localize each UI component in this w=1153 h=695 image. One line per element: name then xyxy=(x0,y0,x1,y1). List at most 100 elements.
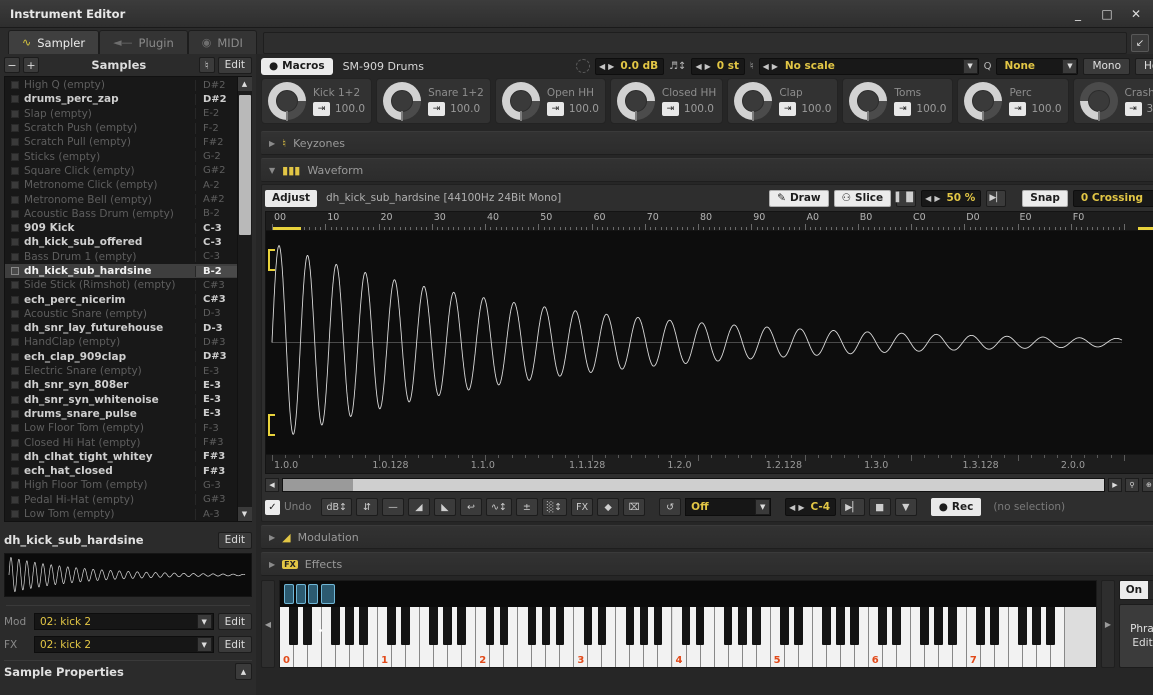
black-key[interactable] xyxy=(695,607,705,645)
black-key[interactable] xyxy=(387,607,397,645)
phrase-block[interactable] xyxy=(321,584,335,604)
tab-midi[interactable]: ◉ MIDI xyxy=(187,30,257,54)
resize-icon[interactable]: ↙ xyxy=(1131,34,1149,52)
hold-button[interactable]: Hold xyxy=(1135,57,1153,75)
phrase-block[interactable] xyxy=(296,584,306,604)
black-key[interactable] xyxy=(737,607,747,645)
quantize-select[interactable]: None ▼ xyxy=(996,57,1079,75)
fx-button[interactable]: FX xyxy=(571,498,594,516)
chevron-left-icon[interactable]: ◀ xyxy=(695,62,701,71)
list-item[interactable]: Acoustic Bass Drum (empty) B-2 xyxy=(5,207,237,221)
list-item[interactable]: Square Click (empty) G#2 xyxy=(5,164,237,178)
keyboard-scroll-left[interactable]: ◀ xyxy=(261,580,275,668)
black-key[interactable] xyxy=(625,607,635,645)
slice-markers-icon[interactable]: ▌▐▌ xyxy=(896,189,917,207)
keyboard-scroll-right[interactable]: ▶ xyxy=(1100,580,1115,668)
chevron-down-icon[interactable]: ▼ xyxy=(196,637,212,652)
sample-checkbox[interactable] xyxy=(11,367,19,376)
black-key[interactable] xyxy=(849,607,859,645)
mono-button[interactable]: Mono xyxy=(1083,57,1130,75)
mute-button[interactable]: ⌧ xyxy=(623,498,646,516)
black-key[interactable] xyxy=(345,607,354,645)
black-key[interactable] xyxy=(835,607,845,645)
master-knob[interactable] xyxy=(576,59,590,73)
chevron-down-icon[interactable]: ▼ xyxy=(755,499,771,515)
black-key[interactable] xyxy=(892,607,901,645)
list-item[interactable]: dh_clhat_tight_whitey F#3 xyxy=(5,450,237,464)
sample-checkbox[interactable] xyxy=(11,424,19,433)
sample-checkbox[interactable] xyxy=(11,81,19,90)
macro-slot[interactable]: Closed HH ⇥ 100.0 xyxy=(609,78,724,124)
chevron-down-icon[interactable]: ▼ xyxy=(962,58,978,74)
sample-checkbox[interactable] xyxy=(11,181,19,190)
chevron-down-icon[interactable]: ▼ xyxy=(196,614,212,629)
macro-knob[interactable] xyxy=(268,82,306,121)
mod-edit-button[interactable]: Edit xyxy=(217,613,252,630)
silence-button[interactable]: — xyxy=(381,498,404,516)
list-item[interactable]: Scratch Pull (empty) F#2 xyxy=(5,135,237,149)
black-key[interactable] xyxy=(681,607,691,645)
list-item[interactable]: ech_clap_909clap D#3 xyxy=(5,350,237,364)
sample-checkbox[interactable] xyxy=(11,209,19,218)
macro-link-icon[interactable]: ⇥ xyxy=(894,101,912,116)
black-key[interactable] xyxy=(303,607,312,645)
list-item[interactable]: High Q (empty) D#2 xyxy=(5,78,237,92)
volume-field[interactable]: ◀ ▶ 0.0 dB xyxy=(595,57,665,75)
phrase-editor-button[interactable]: Phrase Editor xyxy=(1118,604,1153,668)
mod-set-select[interactable]: 02: kick 2 ▼ xyxy=(34,613,214,630)
scroll-left-button[interactable]: ◀ xyxy=(265,478,279,492)
macro-slot[interactable]: Clap ⇥ 100.0 xyxy=(727,78,839,124)
black-key[interactable] xyxy=(1032,607,1041,645)
chevron-left-icon[interactable]: ◀ xyxy=(789,503,795,512)
sample-checkbox[interactable] xyxy=(11,238,19,247)
list-item[interactable]: Low Tom (empty) A-3 xyxy=(5,507,237,521)
macro-link-icon[interactable]: ⇥ xyxy=(1009,101,1027,116)
phrase-block[interactable] xyxy=(284,584,294,604)
black-key[interactable] xyxy=(920,607,929,645)
scroll-up-button[interactable]: ▲ xyxy=(237,77,252,91)
piano-keys[interactable]: 0 1 2 3 4 5 6 7 xyxy=(280,607,1096,667)
black-key[interactable] xyxy=(1018,607,1027,645)
list-item[interactable]: Electric Snare (empty) E-3 xyxy=(5,364,237,378)
section-keyzones[interactable]: ▶ ♮ Keyzones xyxy=(261,131,1153,155)
section-modulation[interactable]: ▶ ◢ Modulation xyxy=(261,525,1153,549)
list-item[interactable]: dh_snr_lay_futurehouse D-3 xyxy=(5,321,237,335)
sample-detail-edit-button[interactable]: Edit xyxy=(217,531,252,549)
list-item[interactable]: Scratch Push (empty) F-2 xyxy=(5,121,237,135)
macro-link-icon[interactable]: ⇥ xyxy=(779,101,797,116)
black-key[interactable] xyxy=(429,607,439,645)
selection-bracket-left-bottom[interactable] xyxy=(268,414,275,436)
black-key[interactable] xyxy=(779,607,789,645)
sample-list[interactable]: High Q (empty) D#2 drums_perc_zap D#2 Slap (… xyxy=(5,77,237,521)
list-item[interactable]: Metronome Click (empty) A-2 xyxy=(5,178,237,192)
black-key[interactable] xyxy=(878,607,887,645)
fade-out-button[interactable]: ◣ xyxy=(433,498,456,516)
chevron-right-icon[interactable]: ▶ xyxy=(269,139,275,148)
phrase-off-button[interactable]: Off xyxy=(1147,581,1153,599)
black-key[interactable] xyxy=(793,607,803,645)
black-key[interactable] xyxy=(359,607,369,645)
black-key[interactable] xyxy=(1046,607,1055,645)
black-key[interactable] xyxy=(499,607,509,645)
black-key[interactable] xyxy=(948,607,957,645)
list-item[interactable]: ech_hat_closed F#3 xyxy=(5,464,237,478)
zoom-field[interactable]: ◀ ▶ 50 % xyxy=(921,189,982,207)
hscroll-thumb-left[interactable] xyxy=(283,479,353,491)
list-item[interactable]: Bass Drum 1 (empty) C-3 xyxy=(5,250,237,264)
loop-mode-select[interactable]: Off ▼ xyxy=(685,498,772,516)
sample-checkbox[interactable] xyxy=(11,481,19,490)
macro-knob[interactable] xyxy=(734,82,773,121)
sample-checkbox[interactable] xyxy=(11,152,19,161)
waveform-display[interactable] xyxy=(265,230,1153,455)
black-key[interactable] xyxy=(723,607,733,645)
zoom-in-icon[interactable]: ⊕ xyxy=(1141,478,1153,492)
list-item[interactable]: dh_kick_sub_hardsine B-2 xyxy=(5,263,237,279)
phrase-block[interactable] xyxy=(308,584,318,604)
phrase-on-button[interactable]: On xyxy=(1119,581,1148,599)
scroll-thumb[interactable] xyxy=(238,95,251,235)
macro-knob[interactable] xyxy=(1079,82,1118,121)
close-button[interactable]: ✕ xyxy=(1123,4,1149,24)
list-item[interactable]: Closed Hi Hat (empty) F#3 xyxy=(5,435,237,449)
list-item[interactable]: Sticks (empty) G-2 xyxy=(5,149,237,163)
fx-edit-button[interactable]: Edit xyxy=(217,636,252,653)
